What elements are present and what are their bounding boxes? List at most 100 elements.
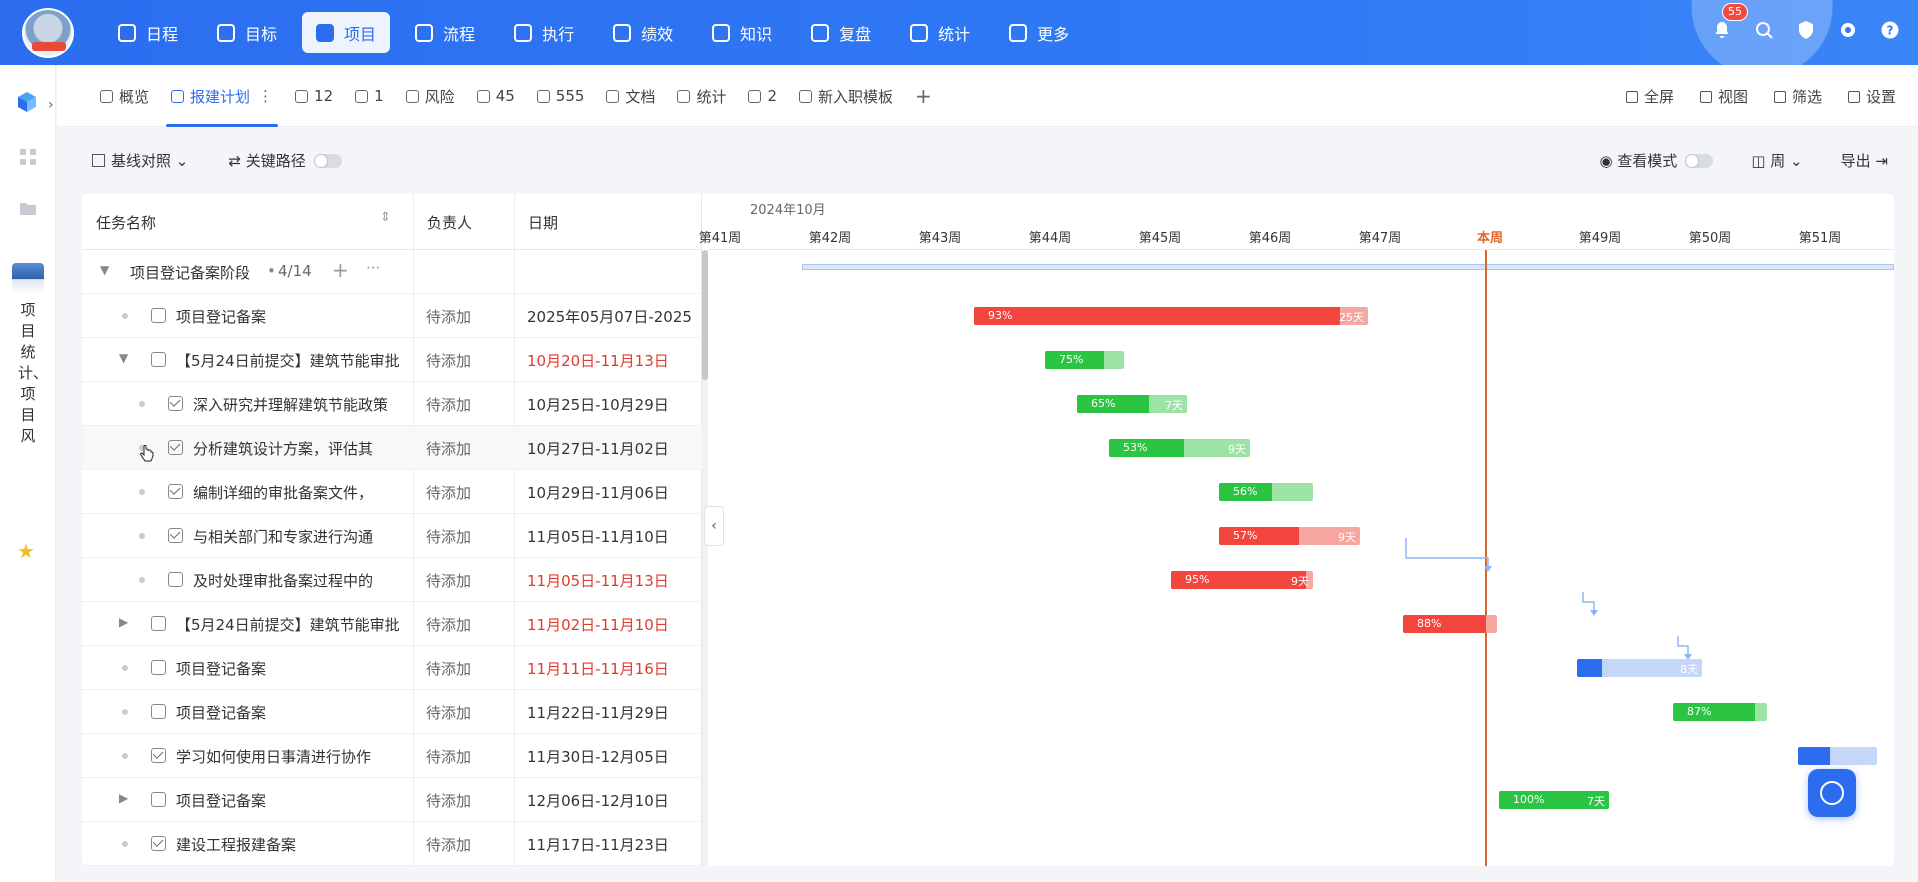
task-owner[interactable]: 待添加: [426, 570, 471, 591]
star-icon[interactable]: ★: [17, 539, 35, 563]
expand-chevron-icon[interactable]: ›: [48, 97, 54, 113]
nav-item-0[interactable]: 日程: [104, 12, 192, 53]
task-date[interactable]: 11月30日-12月05日: [527, 746, 692, 767]
action-settings[interactable]: 设置: [1847, 86, 1896, 107]
task-name[interactable]: 及时处理审批备案过程中的: [193, 570, 408, 591]
group-row[interactable]: ▼ 项目登记备案阶段 • 4/14 + ···: [82, 250, 702, 294]
tab-4[interactable]: 风险: [395, 65, 466, 127]
task-owner[interactable]: 待添加: [426, 790, 471, 811]
tab-8[interactable]: 统计: [666, 65, 737, 127]
task-date[interactable]: 11月05日-11月10日: [527, 526, 692, 547]
gantt-bar[interactable]: 100% 7天: [1499, 791, 1609, 809]
tab-5[interactable]: 45: [466, 65, 526, 127]
task-name[interactable]: 项目登记备案: [176, 790, 408, 811]
task-date[interactable]: 10月29日-11月06日: [527, 482, 692, 503]
task-date[interactable]: 10月20日-11月13日: [527, 350, 692, 371]
folder-icon[interactable]: [19, 200, 37, 216]
apps-grid-icon[interactable]: [19, 148, 37, 166]
critical-path-toggle[interactable]: [313, 154, 342, 168]
gantt-bar[interactable]: 88%: [1403, 615, 1497, 633]
action-view-grid[interactable]: 视图: [1699, 86, 1748, 107]
task-name[interactable]: 项目登记备案: [176, 702, 408, 723]
gantt-bar[interactable]: 8天: [1577, 659, 1702, 677]
tab-more-icon[interactable]: ⋮: [258, 87, 273, 105]
project-thumbnail[interactable]: [12, 263, 44, 295]
action-fullscreen[interactable]: 全屏: [1625, 86, 1674, 107]
task-date[interactable]: 11月02日-11月10日: [527, 614, 692, 635]
tab-0[interactable]: 概览: [89, 65, 160, 127]
tab-2[interactable]: 12: [284, 65, 344, 127]
action-filter[interactable]: 筛选: [1773, 86, 1822, 107]
table-row[interactable]: 及时处理审批备案过程中的 待添加 11月05日-11月13日: [82, 558, 702, 602]
gantt-bar[interactable]: 57% 9天: [1219, 527, 1360, 545]
export-button[interactable]: 导出 ⇥: [1841, 150, 1888, 171]
task-checkbox[interactable]: [151, 792, 166, 807]
header-task-name[interactable]: 任务名称: [96, 212, 156, 233]
task-name[interactable]: 分析建筑设计方案，评估其: [193, 438, 408, 459]
table-row[interactable]: 分析建筑设计方案，评估其 待添加 10月27日-11月02日: [82, 426, 702, 470]
table-row[interactable]: 项目登记备案 待添加 11月11日-11月16日: [82, 646, 702, 690]
table-row[interactable]: ▶ 【5月24日前提交】建筑节能审批 待添加 11月02日-11月10日: [82, 602, 702, 646]
caret-right-icon[interactable]: ▶: [119, 791, 128, 805]
gantt-bar[interactable]: 56%: [1219, 483, 1313, 501]
nav-item-2[interactable]: 项目: [302, 12, 391, 53]
add-task-icon[interactable]: +: [332, 258, 349, 282]
period-dropdown[interactable]: ◫ 周 ⌄: [1751, 150, 1802, 171]
task-name[interactable]: 项目登记备案: [176, 306, 408, 327]
table-row[interactable]: 学习如何使用日事清进行协作 待添加 11月30日-12月05日: [82, 734, 702, 778]
tab-7[interactable]: 文档: [595, 65, 666, 127]
table-row[interactable]: ▶ 项目登记备案 待添加 12月06日-12月10日: [82, 778, 702, 822]
task-date[interactable]: 10月27日-11月02日: [527, 438, 692, 459]
task-date[interactable]: 11月17日-11月23日: [527, 834, 692, 855]
table-row[interactable]: 深入研究并理解建筑节能政策 待添加 10月25日-10月29日: [82, 382, 702, 426]
task-name[interactable]: 编制详细的审批备案文件，: [193, 482, 408, 503]
gantt-bar[interactable]: 87%: [1673, 703, 1767, 721]
search-icon[interactable]: [1754, 20, 1774, 40]
table-row[interactable]: 项目登记备案待添加 2025年05月07日-2025年05月: [82, 294, 702, 338]
collapse-panel-button[interactable]: ‹: [704, 506, 724, 546]
nav-item-4[interactable]: 执行: [500, 12, 588, 53]
table-row[interactable]: 与相关部门和专家进行沟通 待添加 11月05日-11月10日: [82, 514, 702, 558]
caret-down-icon[interactable]: ▼: [100, 263, 109, 277]
task-owner[interactable]: 待添加: [426, 306, 471, 327]
gantt-bar[interactable]: 75%: [1045, 351, 1124, 369]
task-checkbox[interactable]: [151, 660, 166, 675]
task-owner[interactable]: 待添加: [426, 438, 471, 459]
task-owner[interactable]: 待添加: [426, 746, 471, 767]
task-owner[interactable]: 待添加: [426, 658, 471, 679]
nav-item-1[interactable]: 目标: [203, 12, 291, 53]
task-owner[interactable]: 待添加: [426, 394, 471, 415]
gantt-bar[interactable]: 65% 7天: [1077, 395, 1187, 413]
tab-1[interactable]: 报建计划 ⋮: [160, 65, 284, 127]
nav-item-6[interactable]: 知识: [698, 12, 786, 53]
shield-icon[interactable]: [1796, 20, 1816, 40]
task-checkbox[interactable]: [151, 748, 166, 763]
task-checkbox[interactable]: [168, 572, 183, 587]
gantt-bar[interactable]: [1798, 747, 1877, 765]
task-date[interactable]: 11月05日-11月13日: [527, 570, 692, 591]
help-icon[interactable]: ?: [1880, 20, 1900, 40]
caret-right-icon[interactable]: ▶: [119, 615, 128, 629]
gantt-bar[interactable]: 93% 25天: [974, 307, 1368, 325]
more-icon[interactable]: ···: [366, 259, 380, 277]
task-owner[interactable]: 待添加: [426, 614, 471, 635]
task-date[interactable]: 10月25日-10月29日: [527, 394, 692, 415]
tab-6[interactable]: 555: [526, 65, 596, 127]
task-date[interactable]: 2025年05月07日-2025年05月: [527, 306, 692, 327]
view-mode-toggle[interactable]: [1685, 154, 1714, 168]
gantt-bar[interactable]: 53% 9天: [1109, 439, 1250, 457]
table-row[interactable]: ▼ 【5月24日前提交】建筑节能审批 待添加 10月20日-11月13日: [82, 338, 702, 382]
tab-10[interactable]: 新入职模板: [788, 65, 904, 127]
table-row[interactable]: 建设工程报建备案 待添加 11月17日-11月23日: [82, 822, 702, 866]
app-logo[interactable]: [22, 8, 74, 58]
task-checkbox[interactable]: [151, 616, 166, 631]
task-owner[interactable]: 待添加: [426, 526, 471, 547]
task-checkbox[interactable]: [168, 484, 183, 499]
tab-3[interactable]: 1: [344, 65, 395, 127]
task-owner[interactable]: 待添加: [426, 350, 471, 371]
project-cube-icon[interactable]: [16, 91, 38, 113]
nav-item-3[interactable]: 流程: [401, 12, 489, 53]
nav-item-8[interactable]: 统计: [896, 12, 984, 53]
add-tab-icon[interactable]: +: [904, 65, 943, 127]
table-row[interactable]: 编制详细的审批备案文件， 待添加 10月29日-11月06日: [82, 470, 702, 514]
